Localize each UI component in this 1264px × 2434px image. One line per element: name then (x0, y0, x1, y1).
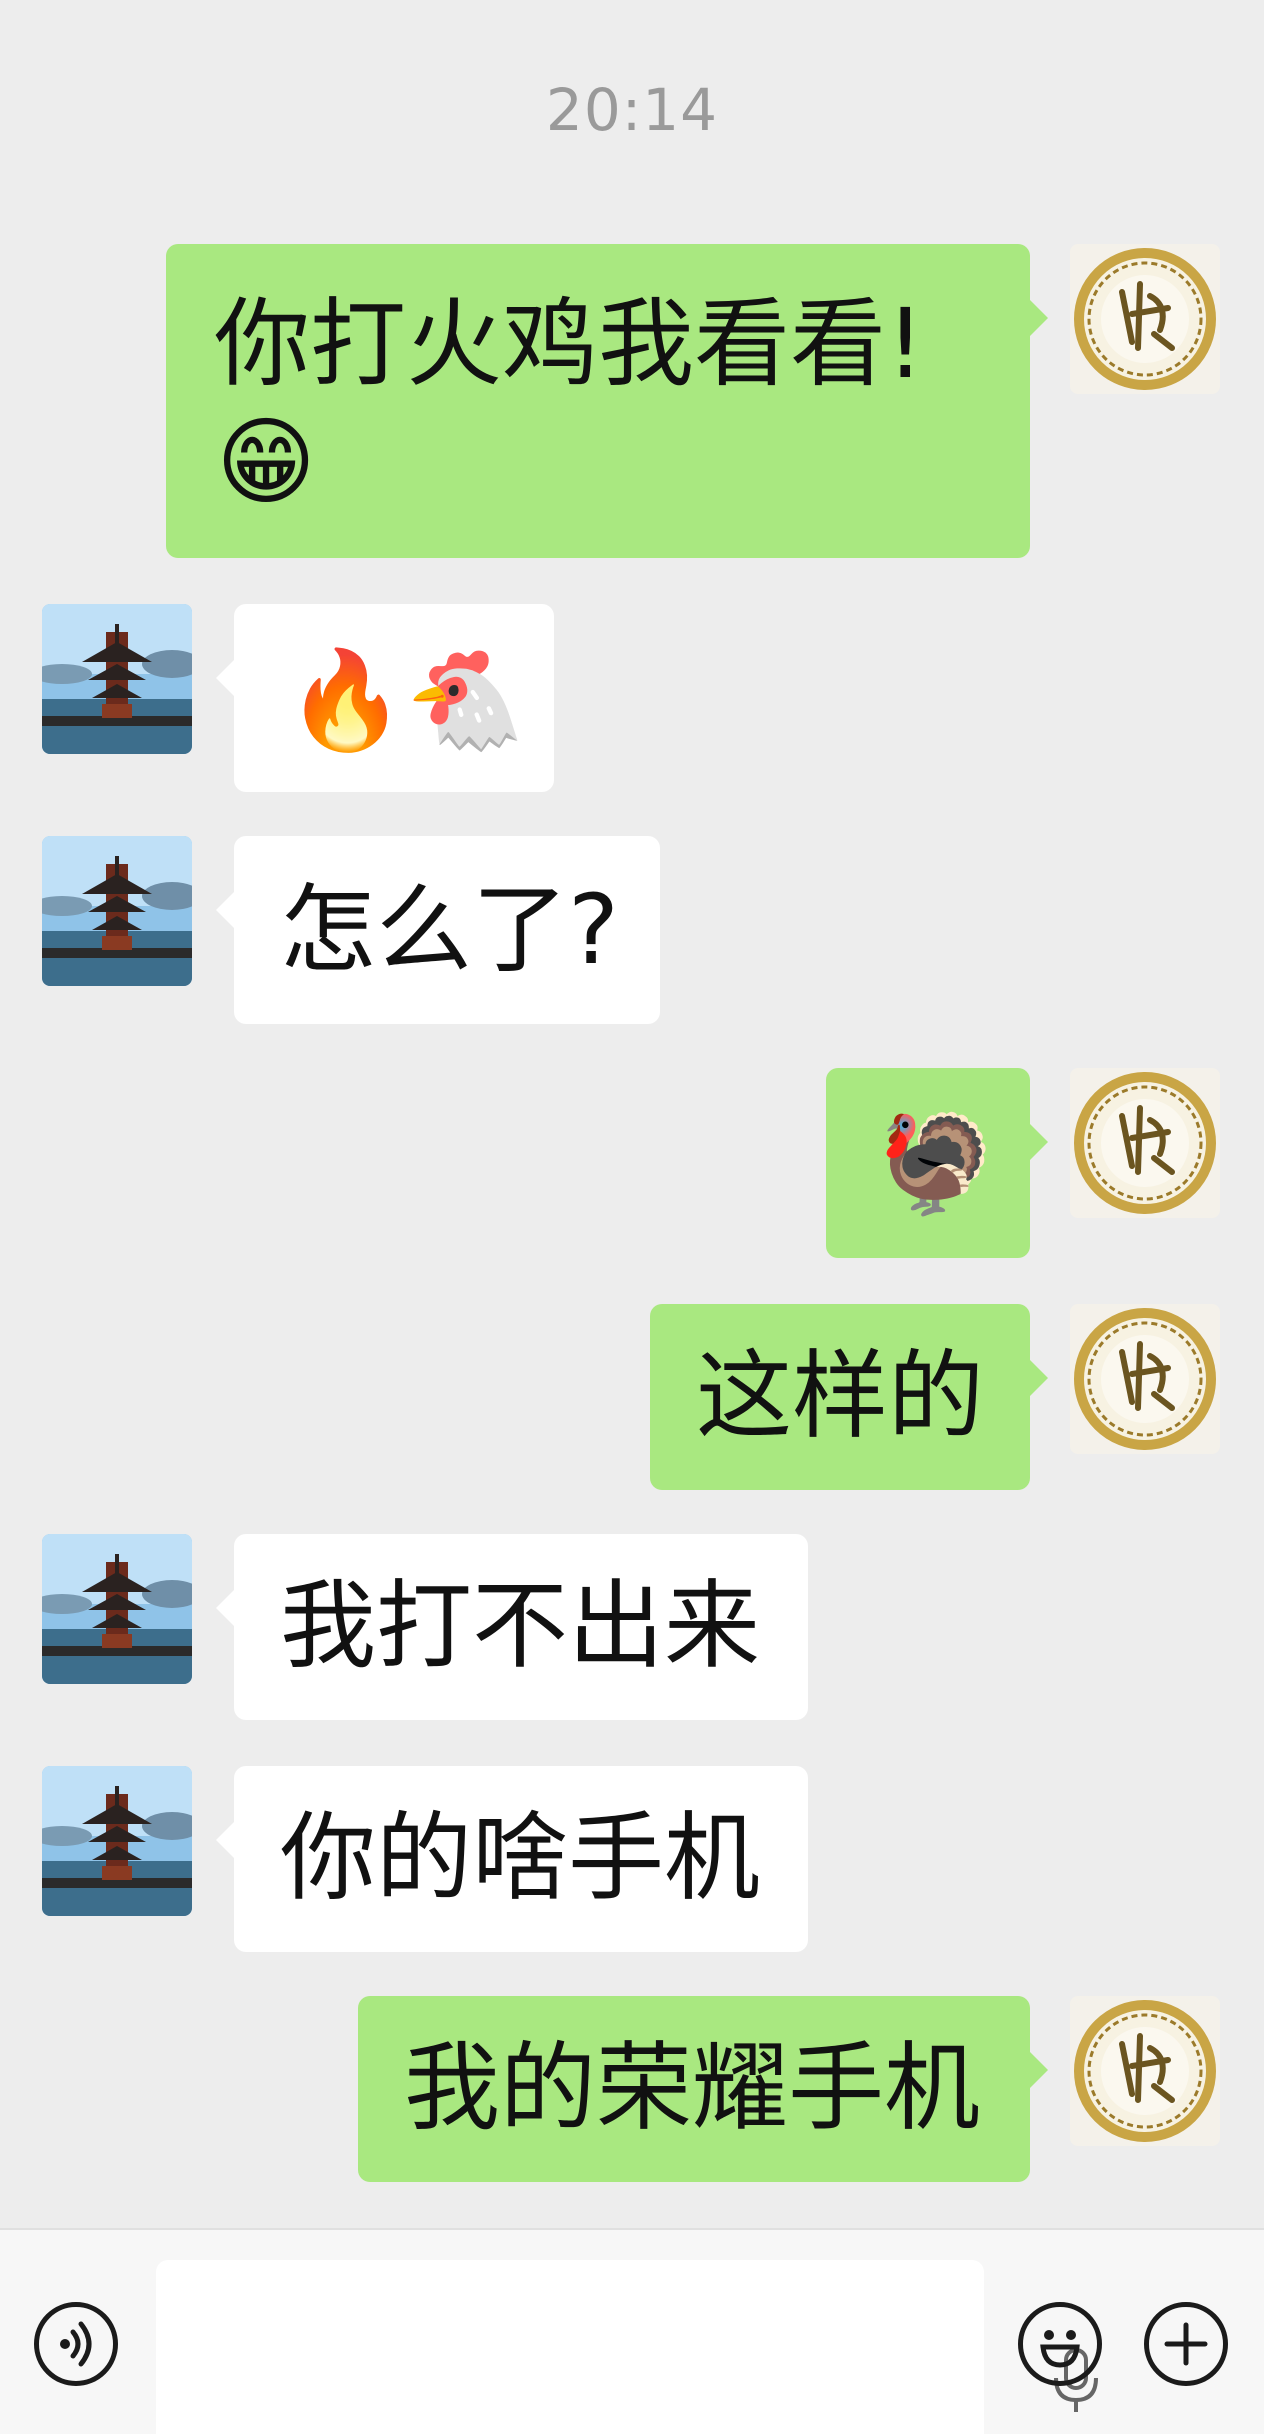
message-text: 我的荣耀手机 (404, 2032, 980, 2144)
message-text: 这样的 (696, 1340, 984, 1452)
message-text: 你打火鸡我看看! (214, 288, 925, 400)
contact-avatar[interactable] (42, 1534, 192, 1684)
emoji-icon[interactable] (1018, 2302, 1102, 2386)
message-text: 怎么了? (280, 874, 619, 986)
message-text: 我打不出来 (280, 1570, 760, 1682)
plus-icon[interactable] (1144, 2302, 1228, 2386)
message-bubble[interactable]: 你打火鸡我看看! 😁 (166, 244, 1048, 558)
message-bubble[interactable]: 怎么了? (216, 836, 660, 1024)
my-avatar[interactable] (1070, 1068, 1220, 1218)
timestamp: 20:14 (545, 76, 719, 144)
message-bubble[interactable]: 我的荣耀手机 (358, 1996, 1048, 2182)
my-avatar[interactable] (1070, 1304, 1220, 1454)
fire-chicken-emoji: 🔥🐔 (286, 644, 526, 756)
message-bubble[interactable]: 🦃 (826, 1068, 1048, 1258)
chat-area: 20:14 你打火鸡我看看! 😁 🔥🐔 怎么了? 🦃 这样的 我打不出来 你的啥… (0, 0, 1264, 2228)
message-bubble[interactable]: 这样的 (650, 1304, 1048, 1490)
message-bubble[interactable]: 🔥🐔 (216, 604, 554, 792)
contact-avatar[interactable] (42, 836, 192, 986)
grin-emoji: 😁 (216, 406, 317, 518)
message-bubble[interactable]: 你的啥手机 (216, 1766, 808, 1952)
contact-avatar[interactable] (42, 1766, 192, 1916)
contact-avatar[interactable] (42, 604, 192, 754)
message-bubble[interactable]: 我打不出来 (216, 1534, 808, 1720)
my-avatar[interactable] (1070, 1996, 1220, 2146)
input-bar (0, 2228, 1264, 2434)
my-avatar[interactable] (1070, 244, 1220, 394)
turkey-emoji: 🦃 (876, 1108, 996, 1220)
voice-icon[interactable] (34, 2302, 118, 2386)
message-text: 你的啥手机 (280, 1802, 760, 1914)
message-input[interactable] (156, 2260, 1098, 2434)
